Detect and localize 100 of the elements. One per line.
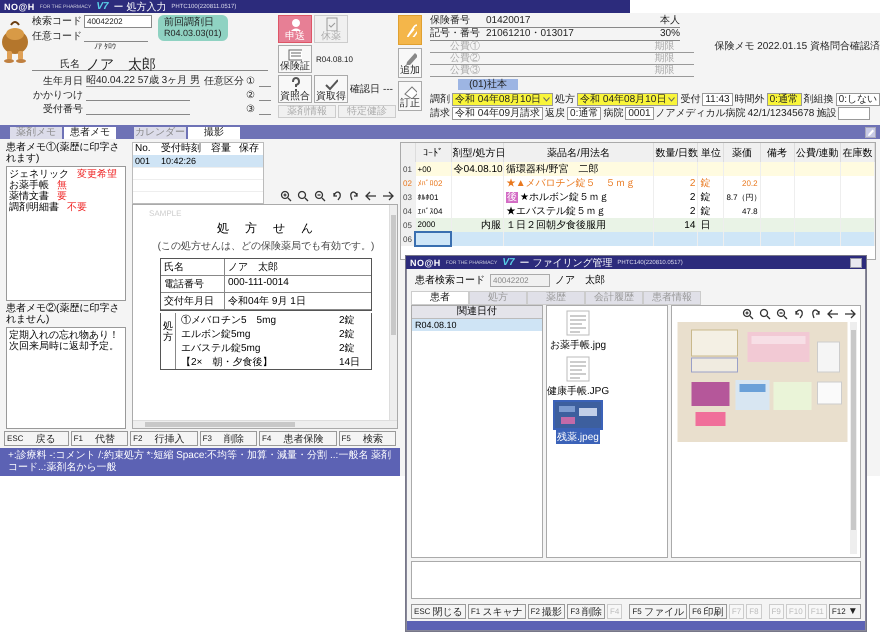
memo-title: 患者メモ②(薬歴に印字されません) <box>6 303 120 326</box>
column-header: 剤型/処方日 <box>451 143 504 162</box>
text-area[interactable] <box>411 561 861 599</box>
memo-value: 変更希望 <box>77 169 117 180</box>
tab[interactable]: 患者メモ <box>64 127 116 139</box>
table-row[interactable]: 001 10:42:26 <box>133 155 263 167</box>
function-key[interactable]: F5 検索 <box>338 431 396 446</box>
function-key[interactable]: ESC 閉じる <box>411 604 466 619</box>
form-label: 電話番号 <box>161 276 225 293</box>
function-key[interactable]: F3 削除 <box>567 604 606 619</box>
scrollbar[interactable] <box>133 420 397 428</box>
file-name[interactable]: 残薬.jpeg <box>556 430 600 444</box>
window-button[interactable] <box>850 258 862 268</box>
insurance-type-badge: (01)社本 <box>458 79 518 90</box>
column-header: 数量/日数 <box>654 143 698 162</box>
memo-title: 患者メモ①(薬歴に印字されます) <box>6 142 120 164</box>
field-label: 時間外 <box>734 94 765 104</box>
memo-value: 不要 <box>67 202 87 213</box>
table-cell: 03 <box>401 190 416 204</box>
toolbar-button[interactable]: 資照合 <box>278 75 312 103</box>
arrow-left-icon[interactable] <box>365 190 377 202</box>
dropdown[interactable]: 令和 04年08月10日 <box>577 92 678 106</box>
table-cell: 2 <box>654 176 698 190</box>
dropdown[interactable]: 令和 04年08月10日 <box>452 92 554 106</box>
toolbar-button[interactable] <box>398 15 422 45</box>
field-label: 公費③ <box>450 65 480 76</box>
input-field[interactable]: 0:しない <box>836 92 880 106</box>
toolbar-button[interactable]: 保険証 <box>278 45 312 73</box>
patient-name: ノア 太郎 <box>86 59 156 70</box>
card-icon <box>288 47 302 61</box>
zoom-in-icon[interactable] <box>742 308 754 320</box>
file-name[interactable]: お薬手帳.jpg <box>548 338 608 352</box>
memo-line: 定期入れの忘れ物あり！ <box>9 330 119 342</box>
field-value: 01420017 <box>486 15 532 27</box>
table-row[interactable]: 03 ﾎﾙﾎ01 後 ★ホルボン錠５ｍｇ 2 錠 8.7（円） <box>401 190 874 204</box>
function-key[interactable]: ESC 戻る <box>4 431 69 446</box>
scrollbar[interactable] <box>389 205 397 420</box>
search-icon[interactable] <box>759 308 771 320</box>
input-field[interactable] <box>838 106 870 120</box>
input-field[interactable]: 令和 04年09月請求 <box>452 106 544 120</box>
table-row[interactable]: 01 +00 令04.08.10 循環器科/野宮 二郎 <box>401 162 874 176</box>
toolbar-button[interactable]: 訂正 <box>398 81 422 111</box>
field-value: 本人 <box>660 15 680 27</box>
dropdown-icon <box>543 96 550 102</box>
field-label: 返戻 <box>545 108 566 118</box>
birth-date: 昭40.04.22 57歳 3ヶ月 男 <box>86 75 200 87</box>
zoom-in-icon[interactable] <box>280 190 292 202</box>
column-header: 保存 <box>238 143 260 155</box>
rotate-left-icon[interactable] <box>793 308 805 320</box>
function-key[interactable]: F5 ファイル <box>629 604 688 619</box>
field-label: 公費② <box>450 53 480 64</box>
memo-label: お薬手帳 <box>9 180 49 191</box>
rotate-left-icon[interactable] <box>331 190 343 202</box>
table-cell-text: 001 <box>134 155 152 167</box>
function-key[interactable]: F3 削除 <box>200 431 258 446</box>
table-cell: 01 <box>401 162 416 176</box>
field-label: 受付 <box>680 94 700 104</box>
tab[interactable]: 患者 <box>411 291 469 305</box>
pencil-icon[interactable] <box>865 126 876 138</box>
dispense-date: R04.03.03(01) <box>164 28 222 39</box>
input-field[interactable]: 0001 <box>625 106 654 120</box>
slot-number: ① <box>246 76 256 87</box>
search-icon[interactable] <box>297 190 309 202</box>
zoom-out-icon[interactable] <box>314 190 326 202</box>
rotate-right-icon[interactable] <box>810 308 822 320</box>
function-key[interactable]: F2 行挿入 <box>130 431 198 446</box>
table-row[interactable]: 05 2000 内服 １日２回朝夕食後服用 14 日 <box>401 218 874 232</box>
toolbar-button[interactable]: 資取得 <box>314 75 348 103</box>
file-name[interactable]: 健康手帳.JPG <box>546 384 610 398</box>
input-field[interactable]: 40042202 <box>84 15 152 28</box>
field-label: 病院 <box>603 108 624 118</box>
table-cell: 令04.08.10 <box>451 162 504 176</box>
field-value: 21061210・013017 <box>486 28 575 40</box>
arrow-right-icon[interactable] <box>844 308 856 320</box>
function-key[interactable]: F1 スキャナ <box>468 604 526 619</box>
scrollbar[interactable] <box>850 322 857 554</box>
tab[interactable]: 撮影 <box>188 127 240 139</box>
input-field[interactable]: 0:通常 <box>567 106 602 120</box>
field-label: かかりつけ <box>32 90 83 101</box>
arrow-left-icon[interactable] <box>827 308 839 320</box>
field-label: 期限 <box>654 53 674 64</box>
function-key[interactable]: F1 代替 <box>70 431 128 446</box>
function-key[interactable]: F4 患者保険 <box>259 431 337 446</box>
list-item[interactable]: R04.08.10 <box>412 319 542 331</box>
prescription-line: ①メバロチン5 5mg <box>180 314 278 327</box>
table-cell: 錠 <box>698 190 724 204</box>
rotate-right-icon[interactable] <box>348 190 360 202</box>
zoom-out-icon[interactable] <box>776 308 788 320</box>
function-key[interactable]: F2 撮影 <box>528 604 566 619</box>
input-field[interactable]: 11:43 <box>702 92 733 106</box>
input-field[interactable]: 0:通常 <box>766 92 802 106</box>
toolbar-button[interactable]: 追加 <box>398 48 422 78</box>
arrow-right-icon[interactable] <box>382 190 394 202</box>
field-label: 請求 <box>430 108 450 118</box>
table-row[interactable]: 06 <box>401 232 874 246</box>
function-key[interactable]: F6 印刷 <box>689 604 727 619</box>
form-label: 交付年月日 <box>161 293 225 310</box>
function-key[interactable]: F12 ▼ <box>828 604 861 619</box>
field-label: 任意コード <box>32 30 80 42</box>
field-label: 公費① <box>450 41 480 52</box>
